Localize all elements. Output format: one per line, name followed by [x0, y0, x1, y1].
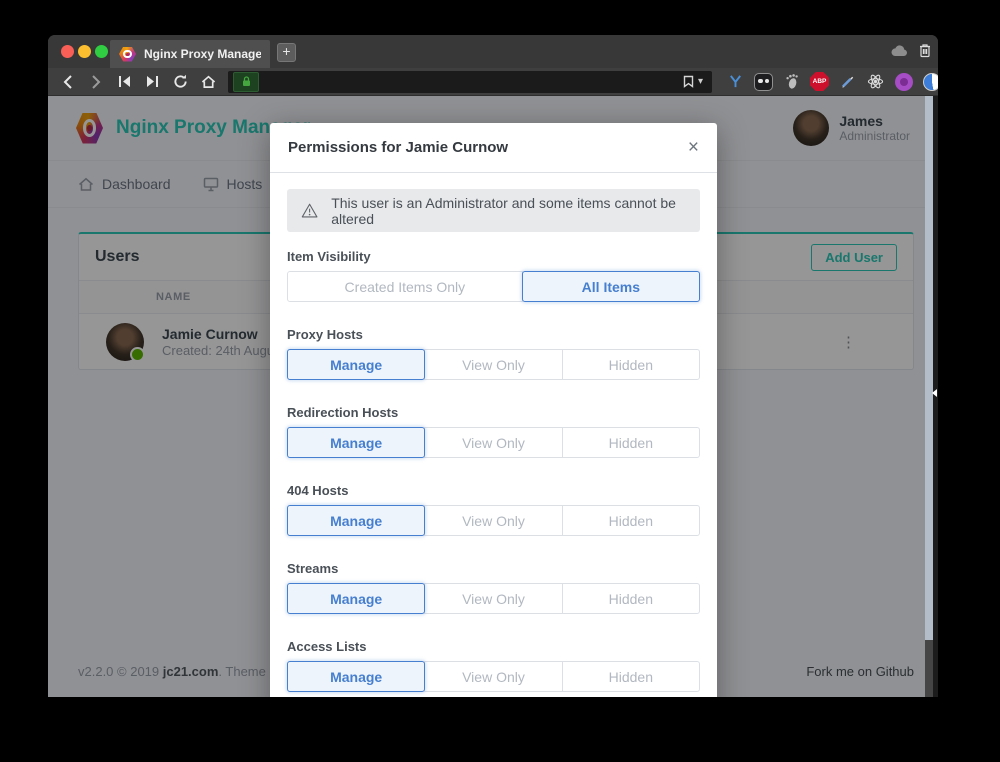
- ext-purple-icon[interactable]: [894, 72, 913, 91]
- desktop: Nginx Proxy Manager +: [0, 0, 1000, 762]
- permission-section-access-lists: Access Lists Manage View Only Hidden: [287, 639, 700, 692]
- option-manage[interactable]: Manage: [287, 427, 425, 458]
- option-hidden[interactable]: Hidden: [562, 661, 700, 692]
- option-hidden[interactable]: Hidden: [562, 505, 700, 536]
- sync-cloud-icon[interactable]: [891, 45, 908, 57]
- ext-goggles-icon[interactable]: [754, 72, 773, 91]
- permission-options: Manage View Only Hidden: [287, 349, 700, 380]
- permission-options: Manage View Only Hidden: [287, 505, 700, 536]
- rewind-button[interactable]: [112, 71, 136, 93]
- permission-options: Manage View Only Hidden: [287, 661, 700, 692]
- ext-atom-icon[interactable]: [866, 72, 885, 91]
- option-hidden[interactable]: Hidden: [562, 427, 700, 458]
- option-view-only[interactable]: View Only: [424, 427, 562, 458]
- ext-adblock-plus-icon[interactable]: ABP: [810, 72, 829, 91]
- item-visibility-section: Item Visibility Created Items Only All I…: [287, 249, 700, 302]
- new-tab-button[interactable]: +: [277, 43, 296, 62]
- option-manage[interactable]: Manage: [287, 349, 425, 380]
- permission-section-proxy-hosts: Proxy Hosts Manage View Only Hidden: [287, 327, 700, 380]
- admin-alert-text: This user is an Administrator and some i…: [331, 195, 686, 227]
- option-view-only[interactable]: View Only: [424, 583, 562, 614]
- ext-gnome-foot-icon[interactable]: [782, 72, 801, 91]
- permission-options: Manage View Only Hidden: [287, 583, 700, 614]
- ext-fork-icon[interactable]: [726, 72, 745, 91]
- option-manage[interactable]: Manage: [287, 661, 425, 692]
- address-bar[interactable]: ▾: [228, 71, 712, 93]
- trash-icon[interactable]: [918, 43, 932, 58]
- option-manage[interactable]: Manage: [287, 583, 425, 614]
- panel-toggle-arrow-icon[interactable]: [932, 389, 937, 397]
- reload-button[interactable]: [168, 71, 192, 93]
- option-all-items[interactable]: All Items: [522, 271, 700, 302]
- permission-section-404-hosts: 404 Hosts Manage View Only Hidden: [287, 483, 700, 536]
- option-view-only[interactable]: View Only: [424, 661, 562, 692]
- extension-row: ABP: [726, 72, 938, 91]
- ssl-lock-icon: [233, 72, 259, 92]
- item-visibility-label: Item Visibility: [287, 249, 700, 264]
- warning-icon: [301, 202, 318, 219]
- modal-body: This user is an Administrator and some i…: [270, 173, 717, 697]
- permission-section-label: Streams: [287, 561, 700, 576]
- window-minimize-button[interactable]: [78, 45, 91, 58]
- modal-header: Permissions for Jamie Curnow ×: [270, 123, 717, 173]
- browser-toolbar: ▾ ABP: [48, 68, 938, 96]
- permission-section-streams: Streams Manage View Only Hidden: [287, 561, 700, 614]
- browser-tab[interactable]: Nginx Proxy Manager: [110, 40, 270, 68]
- permission-options: Manage View Only Hidden: [287, 427, 700, 458]
- window-zoom-button[interactable]: [95, 45, 108, 58]
- option-hidden[interactable]: Hidden: [562, 583, 700, 614]
- page-viewport: Nginx Proxy Manager James Administrator …: [48, 96, 938, 697]
- scrollbar-thumb[interactable]: [925, 96, 933, 640]
- bookmark-caret-icon[interactable]: ▾: [698, 76, 703, 87]
- fast-forward-button[interactable]: [140, 71, 164, 93]
- permission-section-redirection-hosts: Redirection Hosts Manage View Only Hidde…: [287, 405, 700, 458]
- abp-badge: ABP: [810, 72, 829, 91]
- permissions-modal: Permissions for Jamie Curnow × This user…: [270, 123, 717, 697]
- forward-button[interactable]: [84, 71, 108, 93]
- option-view-only[interactable]: View Only: [424, 505, 562, 536]
- option-manage[interactable]: Manage: [287, 505, 425, 536]
- permission-section-label: Redirection Hosts: [287, 405, 700, 420]
- permission-section-label: Access Lists: [287, 639, 700, 654]
- close-icon[interactable]: ×: [688, 138, 699, 157]
- tab-favicon: [119, 47, 136, 62]
- admin-alert: This user is an Administrator and some i…: [287, 189, 700, 232]
- back-button[interactable]: [56, 71, 80, 93]
- ext-pie-icon[interactable]: [922, 72, 938, 91]
- option-hidden[interactable]: Hidden: [562, 349, 700, 380]
- item-visibility-options: Created Items Only All Items: [287, 271, 700, 302]
- permission-section-label: 404 Hosts: [287, 483, 700, 498]
- modal-title: Permissions for Jamie Curnow: [288, 139, 508, 156]
- home-button[interactable]: [196, 71, 220, 93]
- browser-titlebar: Nginx Proxy Manager +: [48, 35, 938, 68]
- window-close-button[interactable]: [61, 45, 74, 58]
- browser-window: Nginx Proxy Manager +: [48, 35, 938, 697]
- option-created-items-only[interactable]: Created Items Only: [287, 271, 523, 302]
- bookmark-icon[interactable]: [683, 75, 694, 88]
- option-view-only[interactable]: View Only: [424, 349, 562, 380]
- permission-section-label: Proxy Hosts: [287, 327, 700, 342]
- tab-title: Nginx Proxy Manager: [144, 47, 261, 61]
- ext-pen-icon[interactable]: [838, 72, 857, 91]
